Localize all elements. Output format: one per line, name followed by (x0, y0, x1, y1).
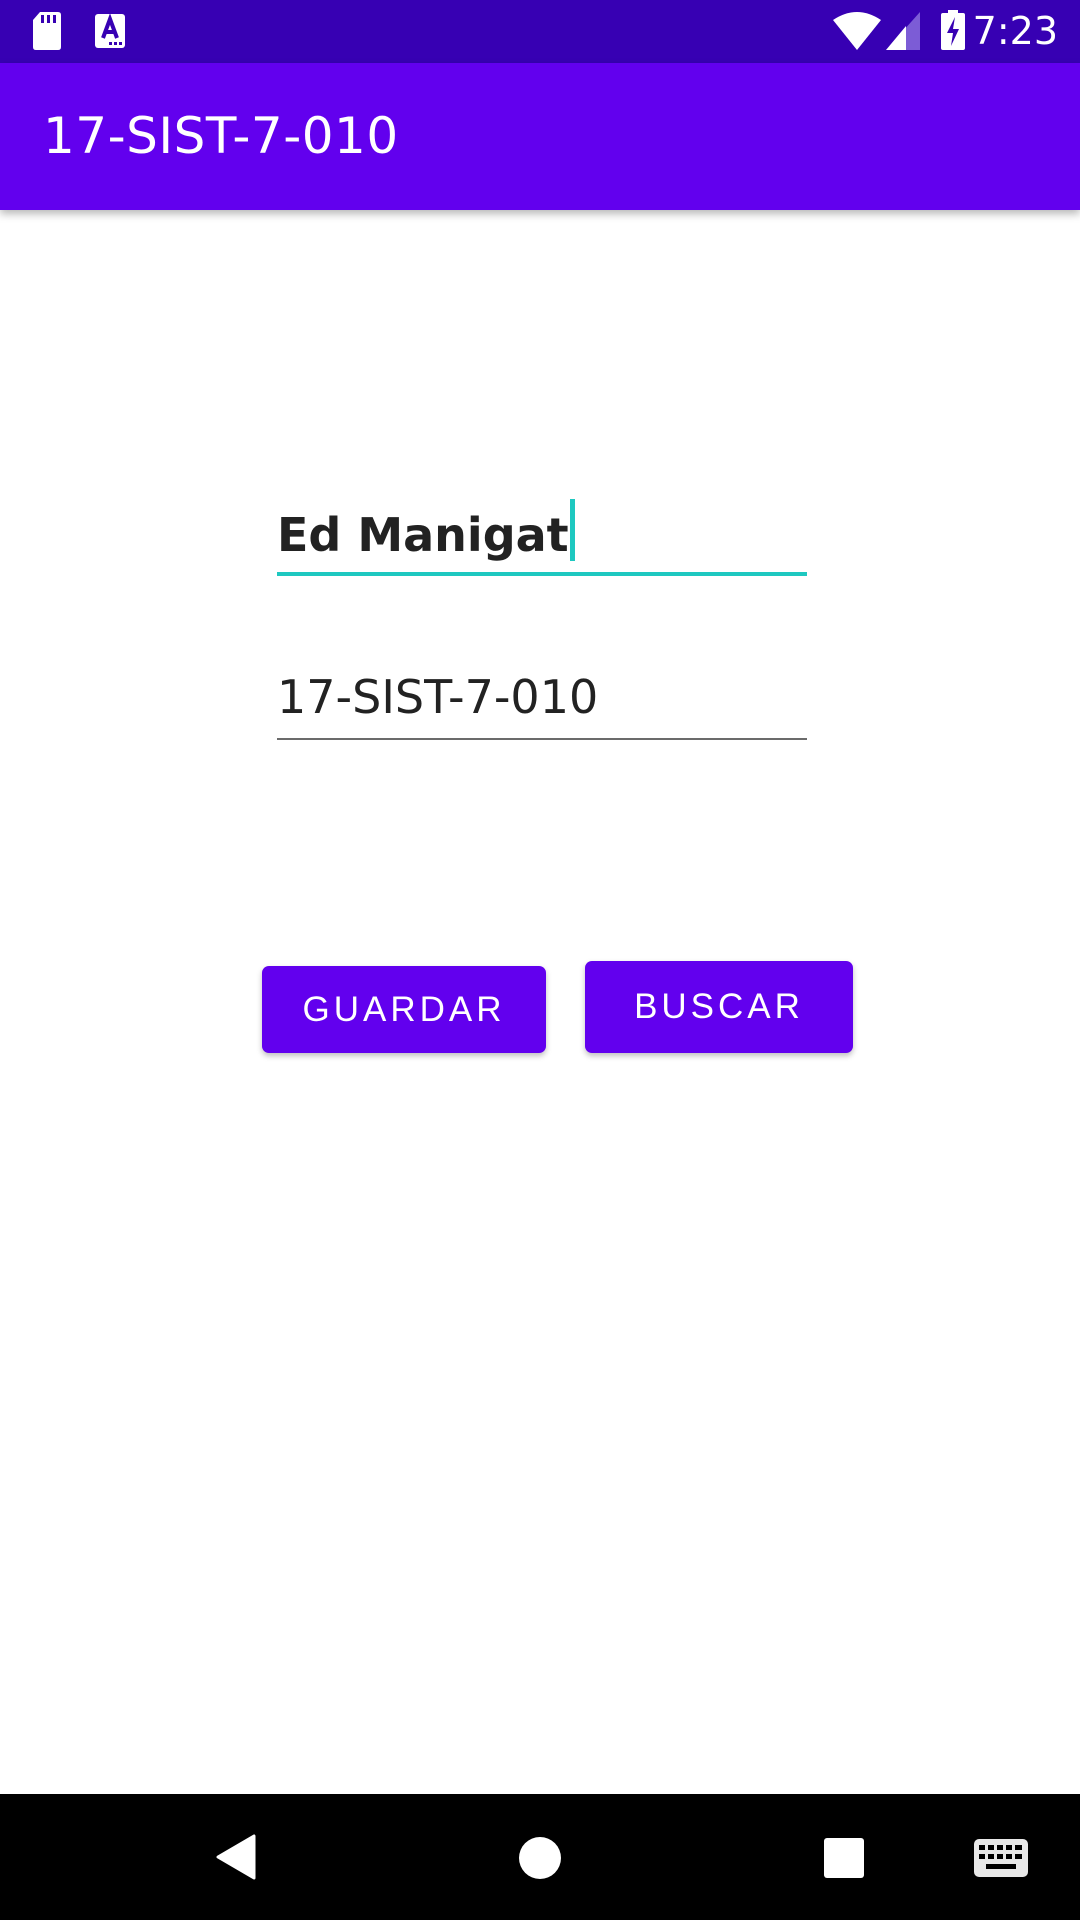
name-field-text: Ed Manigat (277, 508, 569, 562)
status-bar: 7:23 (0, 0, 1080, 63)
recents-icon[interactable] (824, 1838, 864, 1878)
status-time: 7:23 (972, 9, 1058, 53)
code-field-value[interactable]: 17-SIST-7-010 (277, 670, 598, 724)
cell-signal-icon (886, 12, 920, 50)
back-icon[interactable] (214, 1834, 256, 1880)
save-button[interactable]: GUARDAR (262, 966, 546, 1053)
battery-charging-icon (941, 10, 965, 50)
text-cursor (569, 499, 575, 561)
keyboard-icon[interactable] (974, 1839, 1028, 1877)
app-title: 17-SIST-7-010 (43, 107, 399, 165)
sd-card-icon (33, 12, 61, 50)
search-button[interactable]: BUSCAR (585, 961, 853, 1053)
accessibility-a-icon (95, 13, 125, 48)
name-field[interactable]: Ed Manigat (277, 495, 807, 576)
home-icon[interactable] (518, 1836, 562, 1880)
code-field[interactable]: 17-SIST-7-010 (277, 668, 807, 740)
wifi-icon (833, 12, 881, 50)
app-bar: 17-SIST-7-010 (0, 63, 1080, 210)
name-field-value[interactable]: Ed Manigat (277, 499, 575, 562)
navigation-bar (0, 1794, 1080, 1920)
